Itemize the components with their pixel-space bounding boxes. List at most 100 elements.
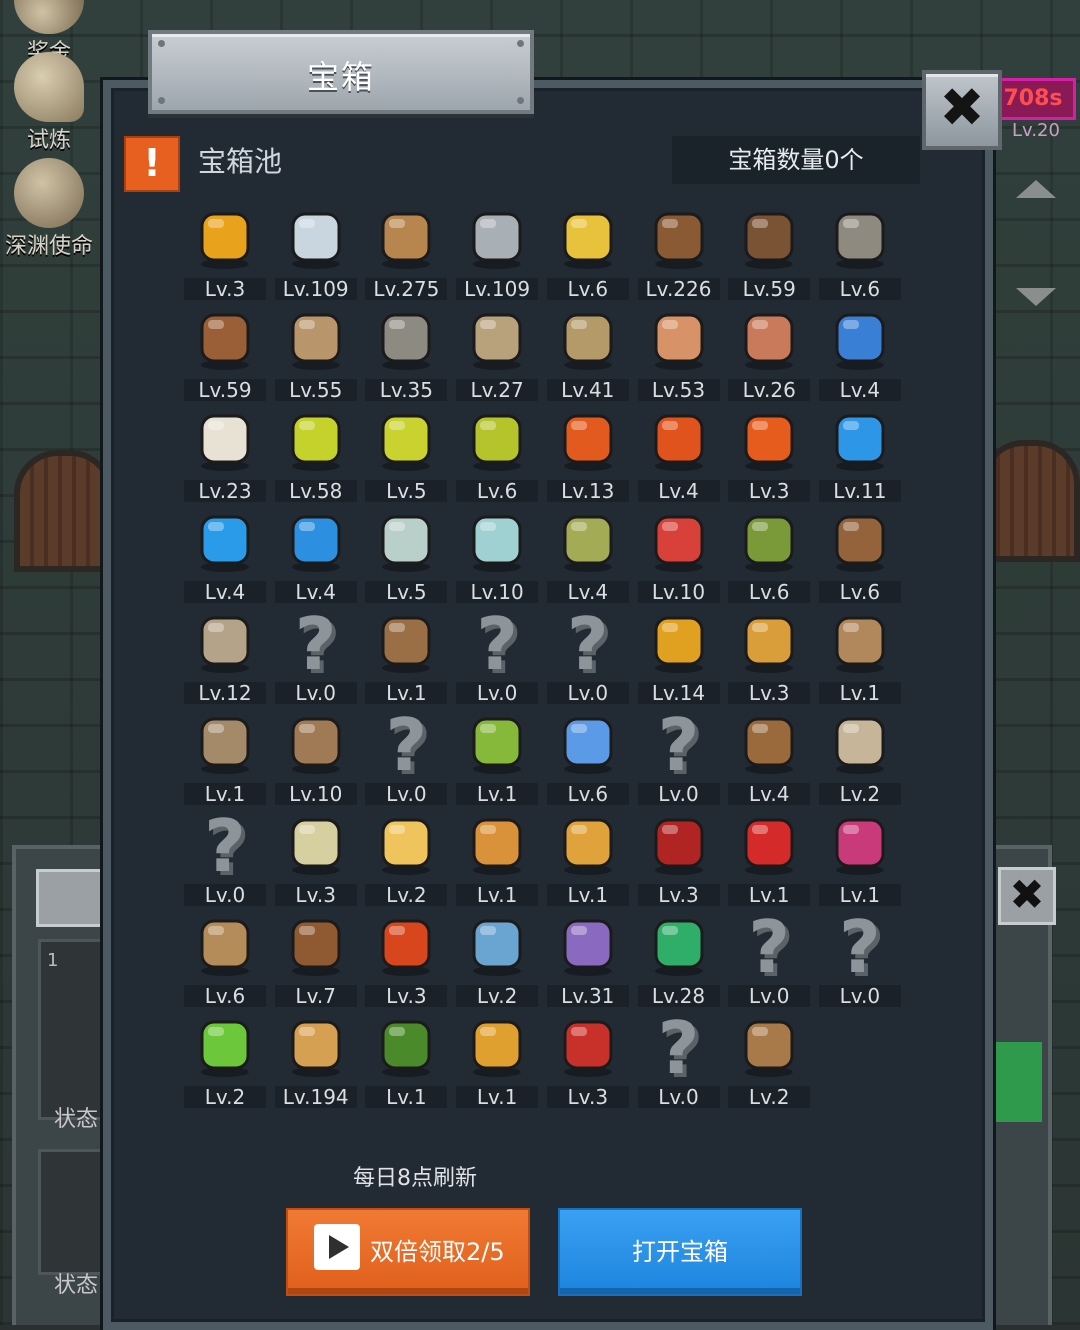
underlying-close-icon[interactable]: ✖ — [998, 867, 1056, 925]
item-cell[interactable]: Lv.1 — [543, 806, 633, 906]
item-cell[interactable]: ? Lv.0 — [180, 804, 270, 906]
alert-icon[interactable]: ! — [124, 136, 180, 192]
item-level: Lv.4 — [728, 783, 811, 805]
pouch-icon — [825, 305, 895, 375]
item-cell[interactable]: Lv.2 — [815, 705, 905, 805]
item-cell[interactable]: Lv.3 — [361, 907, 451, 1007]
item-cell[interactable]: Lv.1 — [452, 1008, 542, 1108]
item-cell[interactable]: Lv.4 — [634, 402, 724, 502]
item-cell[interactable]: ? Lv.0 — [634, 703, 724, 805]
item-cell[interactable]: ? Lv.0 — [815, 905, 905, 1007]
item-cell[interactable]: Lv.53 — [634, 301, 724, 401]
item-cell[interactable]: Lv.35 — [361, 301, 451, 401]
item-cell[interactable]: Lv.3 — [634, 806, 724, 906]
side-nav-abyss[interactable]: 深渊使命 — [0, 158, 98, 260]
emerald-amulet-icon — [644, 911, 714, 981]
open-chest-button[interactable]: 打开宝箱 — [560, 1210, 800, 1294]
item-cell[interactable]: Lv.3 — [271, 806, 361, 906]
item-level: Lv.2 — [818, 783, 901, 805]
item-cell[interactable]: Lv.5 — [361, 402, 451, 502]
item-cell[interactable]: Lv.26 — [724, 301, 814, 401]
item-cell[interactable]: ? Lv.0 — [452, 602, 542, 704]
scroll-up-icon[interactable] — [1016, 180, 1056, 198]
item-cell[interactable]: Lv.6 — [452, 402, 542, 502]
item-cell[interactable]: Lv.1 — [180, 705, 270, 805]
item-cell[interactable]: ? Lv.0 — [271, 602, 361, 704]
double-claim-button[interactable]: 双倍领取2/5 — [288, 1210, 528, 1294]
item-cell[interactable]: Lv.10 — [452, 503, 542, 603]
item-level: Lv.53 — [637, 379, 720, 401]
item-cell[interactable]: Lv.6 — [724, 503, 814, 603]
item-cell[interactable]: Lv.23 — [180, 402, 270, 502]
item-cell[interactable]: Lv.3 — [180, 200, 270, 300]
underlying-tab[interactable] — [36, 869, 112, 927]
scroll-down-icon[interactable] — [1016, 288, 1056, 306]
item-cell[interactable]: Lv.14 — [634, 604, 724, 704]
item-cell[interactable]: ? Lv.0 — [634, 1006, 724, 1108]
item-cell[interactable]: Lv.28 — [634, 907, 724, 1007]
item-cell[interactable]: ? Lv.0 — [543, 602, 633, 704]
item-cell[interactable]: Lv.109 — [271, 200, 361, 300]
item-level: Lv.3 — [728, 480, 811, 502]
item-cell[interactable]: Lv.10 — [271, 705, 361, 805]
item-cell[interactable]: Lv.31 — [543, 907, 633, 1007]
great-helm-icon — [553, 305, 623, 375]
blue-wand-icon — [553, 709, 623, 779]
item-cell[interactable]: Lv.1 — [724, 806, 814, 906]
item-cell[interactable]: Lv.4 — [815, 301, 905, 401]
item-cell[interactable]: Lv.6 — [815, 200, 905, 300]
close-button[interactable]: ✖ — [922, 70, 1002, 150]
item-cell[interactable]: Lv.5 — [361, 503, 451, 603]
item-level: Lv.1 — [365, 682, 448, 704]
item-cell[interactable]: Lv.194 — [271, 1008, 361, 1108]
item-cell[interactable]: Lv.2 — [452, 907, 542, 1007]
green-action[interactable] — [990, 1042, 1042, 1122]
item-cell[interactable]: Lv.13 — [543, 402, 633, 502]
item-cell[interactable]: Lv.58 — [271, 402, 361, 502]
item-cell[interactable]: Lv.10 — [634, 503, 724, 603]
item-cell[interactable]: Lv.1 — [815, 604, 905, 704]
item-cell[interactable]: Lv.4 — [543, 503, 633, 603]
item-cell[interactable]: ? Lv.0 — [724, 905, 814, 1007]
item-cell[interactable]: Lv.109 — [452, 200, 542, 300]
item-cell[interactable]: Lv.6 — [815, 503, 905, 603]
item-cell[interactable]: Lv.6 — [543, 705, 633, 805]
item-cell[interactable]: Lv.59 — [180, 301, 270, 401]
item-cell[interactable]: Lv.1 — [361, 604, 451, 704]
item-cell[interactable]: Lv.226 — [634, 200, 724, 300]
item-cell[interactable]: Lv.4 — [724, 705, 814, 805]
item-cell[interactable]: Lv.4 — [271, 503, 361, 603]
item-cell[interactable]: Lv.11 — [815, 402, 905, 502]
gold-sword-icon — [553, 204, 623, 274]
ice-charm-icon — [462, 911, 532, 981]
item-level: Lv.109 — [456, 278, 539, 300]
item-cell[interactable]: Lv.3 — [724, 402, 814, 502]
fishing-rod-icon — [734, 1012, 804, 1082]
item-cell[interactable]: Lv.2 — [180, 1008, 270, 1108]
item-cell[interactable]: Lv.55 — [271, 301, 361, 401]
item-level: Lv.13 — [546, 480, 629, 502]
item-cell[interactable]: Lv.3 — [543, 1008, 633, 1108]
item-level: Lv.35 — [365, 379, 448, 401]
item-cell[interactable]: Lv.41 — [543, 301, 633, 401]
item-cell[interactable]: Lv.6 — [543, 200, 633, 300]
item-cell[interactable]: Lv.12 — [180, 604, 270, 704]
side-nav-trial[interactable]: 试炼 — [0, 52, 98, 154]
item-cell[interactable]: Lv.7 — [271, 907, 361, 1007]
item-cell[interactable]: Lv.275 — [361, 200, 451, 300]
item-cell[interactable]: Lv.1 — [452, 806, 542, 906]
item-level: Lv.3 — [637, 884, 720, 906]
item-cell[interactable]: ? Lv.0 — [361, 703, 451, 805]
item-cell[interactable]: Lv.3 — [724, 604, 814, 704]
item-cell[interactable]: Lv.6 — [180, 907, 270, 1007]
item-cell[interactable]: Lv.59 — [724, 200, 814, 300]
item-cell[interactable]: Lv.27 — [452, 301, 542, 401]
item-cell[interactable]: Lv.1 — [361, 1008, 451, 1108]
item-cell[interactable]: Lv.1 — [815, 806, 905, 906]
item-cell[interactable]: Lv.2 — [361, 806, 451, 906]
hammer-icon — [462, 305, 532, 375]
item-cell[interactable]: Lv.2 — [724, 1008, 814, 1108]
item-cell[interactable]: Lv.1 — [452, 705, 542, 805]
item-level: Lv.23 — [184, 480, 266, 502]
item-cell[interactable]: Lv.4 — [180, 503, 270, 603]
